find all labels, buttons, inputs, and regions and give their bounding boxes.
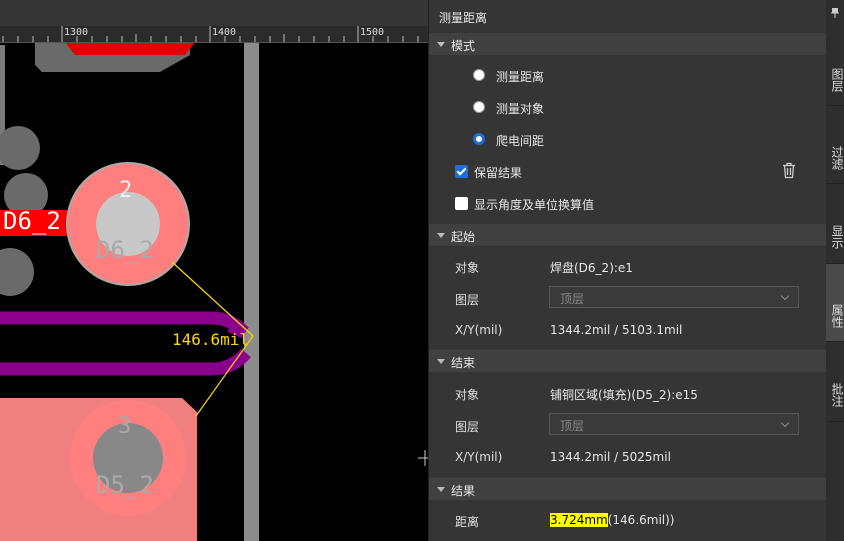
caret-down-icon xyxy=(437,233,445,238)
radio-measure-object[interactable] xyxy=(473,101,485,113)
pcb-canvas[interactable]: 1300 1400 1500 D6_2 2 D6_2 3 D5_2 146.6m… xyxy=(0,0,428,541)
distance-value: 3.724mm(146.6mil)) xyxy=(550,513,675,527)
distance-highlight: 3.724mm xyxy=(550,513,608,527)
start-layer-select[interactable]: 顶层 xyxy=(549,286,799,308)
radio-measure-distance[interactable] xyxy=(473,69,485,81)
grey-via xyxy=(0,126,40,170)
trace xyxy=(0,348,251,376)
tab-properties[interactable]: 属性 xyxy=(826,264,844,342)
red-strip xyxy=(65,42,195,55)
caret-down-icon xyxy=(437,42,445,47)
chevron-down-icon xyxy=(780,418,790,428)
pad-net-top: D6_2 xyxy=(96,236,154,264)
radio-label: 测量对象 xyxy=(496,102,545,116)
pad-number-top: 2 xyxy=(119,178,133,203)
board-edge-bar xyxy=(244,42,259,541)
grey-via xyxy=(0,248,34,296)
tab-display[interactable]: 显示 xyxy=(826,184,844,264)
pcb-drawing xyxy=(0,42,428,541)
pad-net-bottom: D5_2 xyxy=(96,471,154,499)
side-tabs: 图层 过滤 显示 属性 批注 xyxy=(826,0,844,541)
select-value: 顶层 xyxy=(560,292,585,306)
section-result[interactable]: 结果 xyxy=(429,478,827,500)
distance-rest: (146.6mil)) xyxy=(607,513,675,527)
panel-title: 测量距离 xyxy=(439,11,488,25)
chevron-down-icon xyxy=(780,291,790,301)
keep-result-checkbox[interactable] xyxy=(455,165,468,178)
tab-layers[interactable]: 图层 xyxy=(826,26,844,106)
end-xy-label: X/Y(mil) xyxy=(455,450,503,464)
show-angle-checkbox[interactable] xyxy=(455,197,468,210)
start-object-label: 对象 xyxy=(455,261,480,275)
select-value: 顶层 xyxy=(560,419,585,433)
distance-label: 距离 xyxy=(455,515,480,529)
section-end[interactable]: 结束 xyxy=(429,350,827,372)
section-start[interactable]: 起始 xyxy=(429,224,827,246)
section-title: 结果 xyxy=(451,484,476,498)
start-xy-value: 1344.2mil / 5103.1mil xyxy=(550,323,683,337)
tab-filter[interactable]: 过滤 xyxy=(826,106,844,184)
radio-label: 爬电间距 xyxy=(496,134,545,148)
start-xy-label: X/Y(mil) xyxy=(455,323,503,337)
section-title: 起始 xyxy=(451,230,476,244)
checkbox-label: 显示角度及单位换算值 xyxy=(474,198,595,212)
caret-down-icon xyxy=(437,359,445,364)
start-object-value: 焊盘(D6_2):e1 xyxy=(550,261,633,275)
end-object-value: 铺铜区域(填充)(D5_2):e15 xyxy=(550,388,698,402)
section-title: 结束 xyxy=(451,356,476,370)
end-layer-label: 图层 xyxy=(455,420,480,434)
pad-number-bottom: 3 xyxy=(118,414,132,439)
section-mode[interactable]: 模式 xyxy=(429,33,827,55)
ruler: 1300 1400 1500 xyxy=(0,26,428,43)
tab-annotation[interactable]: 批注 xyxy=(826,342,844,422)
start-layer-label: 图层 xyxy=(455,293,480,307)
end-xy-value: 1344.2mil / 5025mil xyxy=(550,450,671,464)
ruler-label: 1500 xyxy=(360,27,385,38)
section-title: 模式 xyxy=(451,39,476,53)
ruler-label: 1300 xyxy=(64,27,89,38)
measure-label: 146.6mil xyxy=(172,330,250,349)
end-layer-select[interactable]: 顶层 xyxy=(549,413,799,435)
checkbox-label: 保留结果 xyxy=(474,166,523,180)
ruler-label: 1400 xyxy=(212,27,237,38)
radio-creepage[interactable] xyxy=(473,133,485,145)
radio-label: 测量距离 xyxy=(496,70,545,84)
net-label: D6_2 xyxy=(3,207,61,235)
pin-icon[interactable] xyxy=(831,8,839,18)
measure-panel: 测量距离 模式 测量距离 测量对象 爬电间距 保留结果 显示角度及单位换算值 起… xyxy=(428,0,827,541)
caret-down-icon xyxy=(437,487,445,492)
end-object-label: 对象 xyxy=(455,388,480,402)
trash-icon[interactable] xyxy=(781,162,797,179)
